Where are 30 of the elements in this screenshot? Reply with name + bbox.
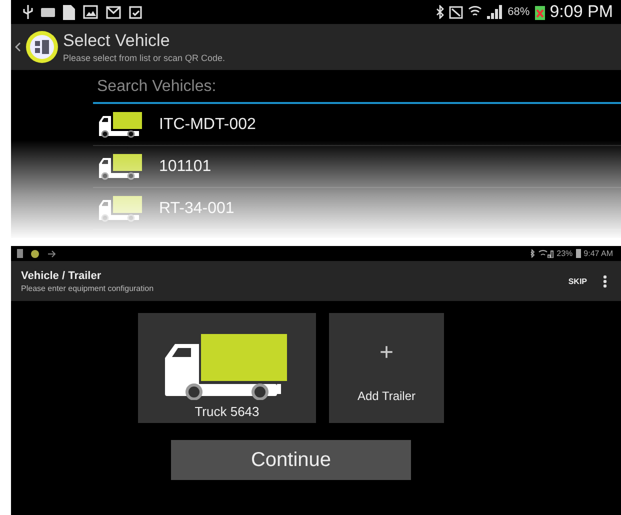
bluetooth-icon [530, 249, 535, 258]
battery-percentage: 23% [556, 249, 573, 258]
battery-percentage: 68% [508, 6, 530, 18]
battery-icon [534, 4, 545, 20]
bluetooth-icon [436, 5, 444, 19]
clipboard-icon [129, 5, 142, 19]
signal-icon [538, 249, 554, 258]
vehicle-tile[interactable]: Truck 5643 [138, 313, 316, 423]
truck-icon [99, 112, 143, 138]
screen-subtitle: Please enter equipment configuration [21, 284, 154, 292]
more-menu-icon[interactable] [603, 274, 607, 288]
continue-button[interactable]: Continue [171, 440, 411, 480]
status-time: 9:09 PM [550, 2, 613, 22]
truck-icon [99, 196, 143, 222]
mail-icon [106, 6, 121, 18]
image-icon [83, 5, 98, 19]
truck-icon [99, 154, 143, 180]
vehicle-list-item[interactable]: ITC-MDT-002 [93, 104, 621, 146]
app-logo-icon [25, 30, 59, 64]
truck-icon [165, 334, 289, 400]
search-field[interactable]: Search Vehicles: [93, 70, 621, 104]
skip-button[interactable]: SKIP [568, 276, 587, 286]
battery-icon [576, 249, 581, 258]
screen-title: Vehicle / Trailer [21, 270, 102, 282]
screen-title: Select Vehicle [63, 31, 171, 51]
add-trailer-tile[interactable]: + Add Trailer [329, 313, 444, 423]
screen-subtitle: Please select from list or scan QR Code. [63, 53, 226, 63]
status-time: 9:47 AM [584, 249, 613, 258]
usb-icon [23, 5, 33, 19]
signal-icon [486, 5, 503, 19]
